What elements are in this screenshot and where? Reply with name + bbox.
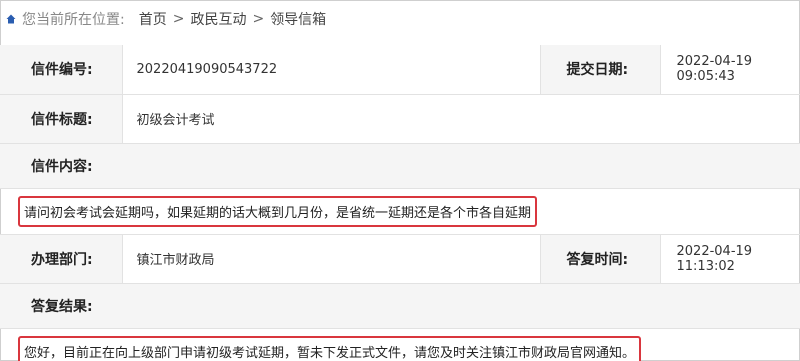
reply-result-cell: 您好，目前正在向上级部门申请初级考试延期，暂未下发正式文件，请您及时关注镇江市财… <box>0 328 800 361</box>
reply-result-row: 您好，目前正在向上级部门申请初级考试延期，暂未下发正式文件，请您及时关注镇江市财… <box>0 328 800 361</box>
letter-title-label: 信件标题: <box>0 94 122 144</box>
breadcrumb-mailbox-link[interactable]: 领导信箱 <box>270 9 326 29</box>
department-row: 办理部门: 镇江市财政局 答复时间: 2022-04-19 11:13:02 <box>0 234 800 284</box>
reply-result-highlight: 您好，目前正在向上级部门申请初级考试延期，暂未下发正式文件，请您及时关注镇江市财… <box>18 335 642 361</box>
reply-time-label: 答复时间: <box>539 234 660 284</box>
home-icon <box>0 14 22 24</box>
letter-number-row: 信件编号: 20220419090543722 提交日期: 2022-04-19… <box>0 45 800 95</box>
breadcrumb-separator: > <box>252 10 265 27</box>
submit-date-value: 2022-04-19 09:05:43 <box>659 45 800 95</box>
letter-content-label-row: 信件内容: <box>0 143 800 189</box>
submit-date-label: 提交日期: <box>539 45 660 95</box>
reply-time-value: 2022-04-19 11:13:02 <box>659 234 800 284</box>
breadcrumb: 您当前所在位置: 首页 > 政民互动 > 领导信箱 <box>0 0 800 37</box>
department-value: 镇江市财政局 <box>121 234 540 284</box>
breadcrumb-separator: > <box>172 10 185 27</box>
letter-content-label: 信件内容: <box>0 143 800 189</box>
breadcrumb-home-link[interactable]: 首页 <box>139 9 167 29</box>
breadcrumb-interaction-link[interactable]: 政民互动 <box>190 9 246 29</box>
letter-number-value: 20220419090543722 <box>121 45 540 95</box>
reply-result-label-row: 答复结果: <box>0 283 800 329</box>
breadcrumb-prefix: 您当前所在位置: <box>22 11 125 28</box>
department-label: 办理部门: <box>0 234 122 284</box>
letter-content-row: 请问初会考试会延期吗，如果延期的话大概到几月份，是省统一延期还是各个市各自延期 <box>0 188 800 235</box>
letter-detail-table: 信件编号: 20220419090543722 提交日期: 2022-04-19… <box>0 45 800 361</box>
reply-result-label: 答复结果: <box>0 283 800 329</box>
letter-number-label: 信件编号: <box>0 45 122 95</box>
letter-content-highlight: 请问初会考试会延期吗，如果延期的话大概到几月份，是省统一延期还是各个市各自延期 <box>18 195 538 227</box>
letter-content-cell: 请问初会考试会延期吗，如果延期的话大概到几月份，是省统一延期还是各个市各自延期 <box>0 188 800 235</box>
letter-title-row: 信件标题: 初级会计考试 <box>0 94 800 144</box>
letter-title-value: 初级会计考试 <box>121 94 800 144</box>
